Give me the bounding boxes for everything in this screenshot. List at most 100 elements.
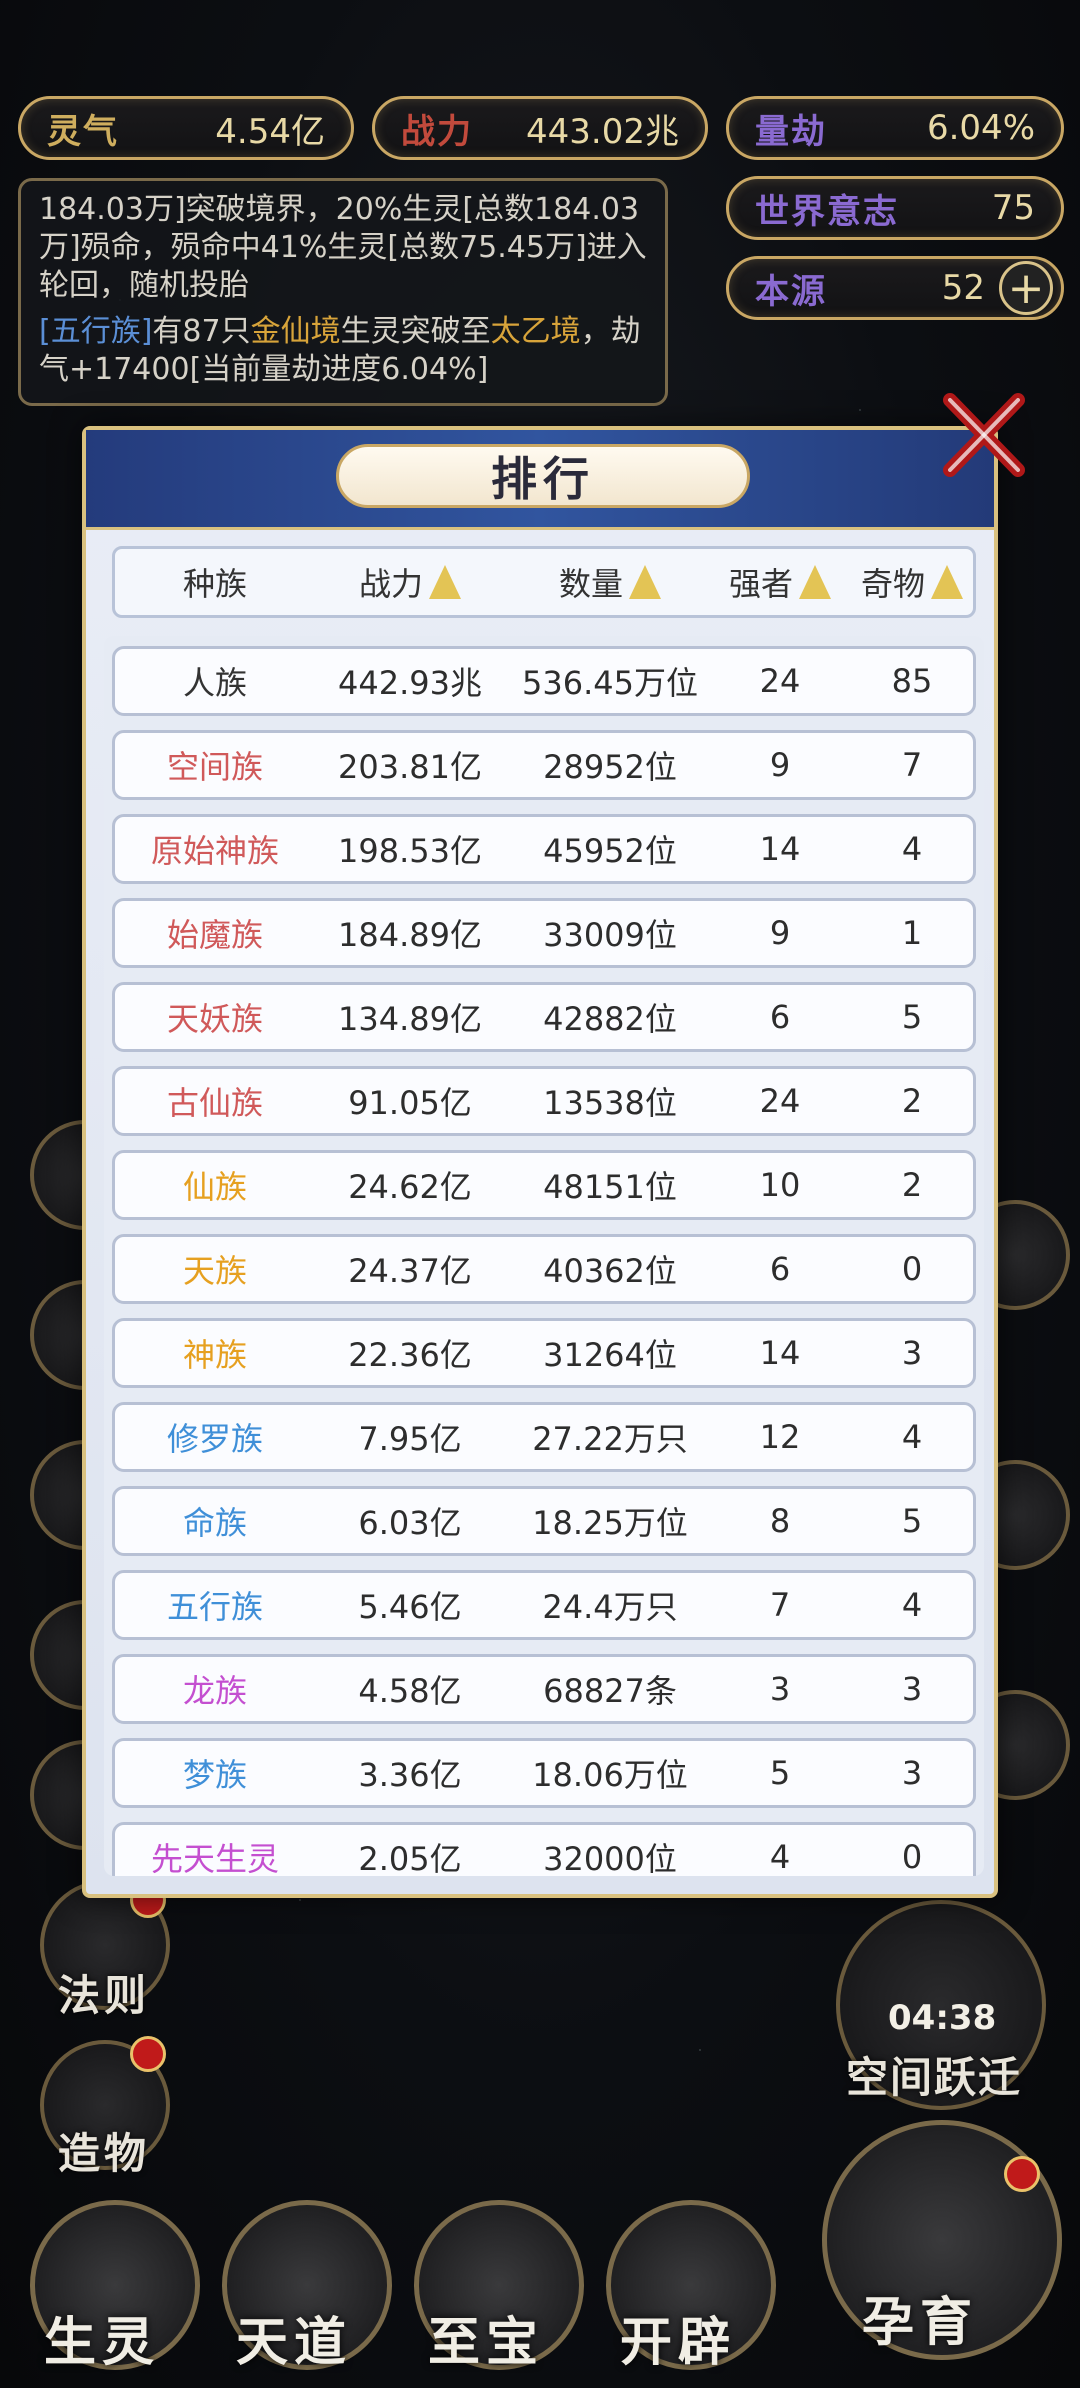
lingqi-stat[interactable]: 灵气 4.54亿: [18, 96, 354, 160]
race-power: 198.53亿: [338, 832, 482, 870]
race-power: 24.62亿: [348, 1168, 472, 1206]
race-power: 203.81亿: [338, 748, 482, 786]
race-name: 五行族: [166, 1588, 263, 1626]
race-strong: 6: [769, 1250, 791, 1288]
race-count: 33009位: [543, 916, 677, 954]
tab-kaipi-label: 开辟: [620, 2313, 737, 2373]
ranking-row[interactable]: 空间族 203.81亿 28952位 9 7: [112, 730, 976, 800]
tab-shengling-label: 生灵: [44, 2313, 161, 2373]
race-name: 仙族: [182, 1168, 247, 1206]
race-power: 91.05亿: [348, 1084, 472, 1122]
header-count[interactable]: 数量: [505, 549, 715, 615]
lingqi-label: 灵气: [47, 111, 119, 152]
header-race[interactable]: 种族: [115, 549, 315, 615]
race-strong: 24: [759, 1082, 801, 1120]
race-items: 4: [901, 1418, 923, 1456]
ranking-row[interactable]: 古仙族 91.05亿 13538位 24 2: [112, 1066, 976, 1136]
zao-wu-label: 造物: [58, 2129, 151, 2178]
ranking-row[interactable]: 人族 442.93兆 536.45万位 24 85: [112, 646, 976, 716]
close-icon[interactable]: [938, 390, 1030, 482]
race-count: 40362位: [543, 1252, 677, 1290]
race-items: 2: [901, 1082, 923, 1120]
benyuan-label: 本源: [755, 271, 827, 312]
liangjie-stat[interactable]: 量劫 6.04%: [726, 96, 1064, 160]
ranking-row[interactable]: 梦族 3.36亿 18.06万位 5 3: [112, 1738, 976, 1808]
ranking-row[interactable]: 原始神族 198.53亿 45952位 14 4: [112, 814, 976, 884]
ranking-row[interactable]: 命族 6.03亿 18.25万位 8 5: [112, 1486, 976, 1556]
ranking-row[interactable]: 五行族 5.46亿 24.4万只 7 4: [112, 1570, 976, 1640]
world-will-label: 世界意志: [755, 191, 899, 232]
race-name: 天族: [182, 1252, 247, 1290]
race-name: 人族: [182, 664, 247, 702]
yunyu-notify-dot: [1004, 2156, 1040, 2192]
liangjie-value: 6.04%: [926, 108, 1035, 148]
race-items: 5: [901, 1502, 923, 1540]
fa-ze-label: 法则: [58, 1971, 151, 2020]
race-strong: 5: [769, 1754, 791, 1792]
race-power: 6.03亿: [358, 1504, 462, 1542]
tab-tiandao-label: 天道: [236, 2313, 353, 2373]
race-name: 空间族: [166, 748, 263, 786]
race-strong: 6: [769, 998, 791, 1036]
world-will-stat[interactable]: 世界意志 75: [726, 176, 1064, 240]
race-count: 18.25万位: [532, 1504, 688, 1542]
sort-arrow-icon[interactable]: [629, 565, 661, 599]
race-count: 18.06万位: [532, 1756, 688, 1794]
race-strong: 12: [759, 1418, 801, 1456]
header-strong[interactable]: 强者: [715, 549, 845, 615]
sort-arrow-icon[interactable]: [799, 565, 831, 599]
ranking-row[interactable]: 天妖族 134.89亿 42882位 6 5: [112, 982, 976, 1052]
race-items: 3: [901, 1670, 923, 1708]
race-name: 先天生灵: [150, 1840, 279, 1876]
message-log: 184.03万]突破境界，20%生灵[总数184.03万]殒命，殒命中41%生灵…: [18, 178, 668, 406]
race-strong: 7: [769, 1586, 791, 1624]
race-items: 4: [901, 830, 923, 868]
ranking-row[interactable]: 仙族 24.62亿 48151位 10 2: [112, 1150, 976, 1220]
add-benyuan-button[interactable]: +: [999, 261, 1053, 315]
ranking-row[interactable]: 修罗族 7.95亿 27.22万只 12 4: [112, 1402, 976, 1472]
sort-arrow-icon[interactable]: [429, 565, 461, 599]
race-items: 0: [901, 1838, 923, 1876]
race-items: 5: [901, 998, 923, 1036]
race-power: 184.89亿: [338, 916, 482, 954]
race-items: 0: [901, 1250, 923, 1288]
ranking-row[interactable]: 龙族 4.58亿 68827条 3 3: [112, 1654, 976, 1724]
race-strong: 10: [759, 1166, 801, 1204]
header-power[interactable]: 战力: [315, 549, 505, 615]
race-items: 4: [901, 1586, 923, 1624]
race-items: 2: [901, 1166, 923, 1204]
zhanli-value: 443.02兆: [526, 111, 679, 152]
race-name: 始魔族: [166, 916, 263, 954]
header-items[interactable]: 奇物: [845, 549, 979, 615]
ranking-row[interactable]: 先天生灵 2.05亿 32000位 4 0: [112, 1822, 976, 1876]
ranking-list[interactable]: 人族 442.93兆 536.45万位 24 85 空间族 203.81亿 28952位 9 7…: [104, 636, 984, 1876]
ranking-row[interactable]: 始魔族 184.89亿 33009位 9 1: [112, 898, 976, 968]
race-count: 48151位: [543, 1168, 677, 1206]
race-items: 7: [901, 746, 923, 784]
sort-arrow-icon[interactable]: [931, 565, 963, 599]
race-strong: 24: [759, 662, 801, 700]
liangjie-label: 量劫: [755, 111, 827, 152]
message-line-1: 184.03万]突破境界，20%生灵[总数184.03万]殒命，殒命中41%生灵…: [39, 192, 647, 303]
race-strong: 4: [769, 1838, 791, 1876]
race-count: 68827条: [543, 1672, 677, 1710]
zao-wu-notify-dot: [130, 2036, 166, 2072]
modal-title: 排行: [336, 444, 750, 508]
race-name: 古仙族: [166, 1084, 263, 1122]
race-count: 27.22万只: [532, 1420, 688, 1458]
tab-zhibao-label: 至宝: [428, 2313, 545, 2373]
race-items: 85: [891, 662, 933, 700]
benyuan-stat[interactable]: 本源 52 +: [726, 256, 1064, 320]
race-strong: 14: [759, 1334, 801, 1372]
race-power: 4.58亿: [358, 1672, 462, 1710]
race-count: 45952位: [543, 832, 677, 870]
zhanli-stat[interactable]: 战力 443.02兆: [372, 96, 708, 160]
race-items: 3: [901, 1754, 923, 1792]
modal-header: 排行: [86, 430, 994, 530]
race-strong: 9: [769, 746, 791, 784]
ranking-row[interactable]: 神族 22.36亿 31264位 14 3: [112, 1318, 976, 1388]
race-strong: 8: [769, 1502, 791, 1540]
race-power: 442.93兆: [338, 664, 482, 702]
ranking-row[interactable]: 天族 24.37亿 40362位 6 0: [112, 1234, 976, 1304]
race-count: 42882位: [543, 1000, 677, 1038]
